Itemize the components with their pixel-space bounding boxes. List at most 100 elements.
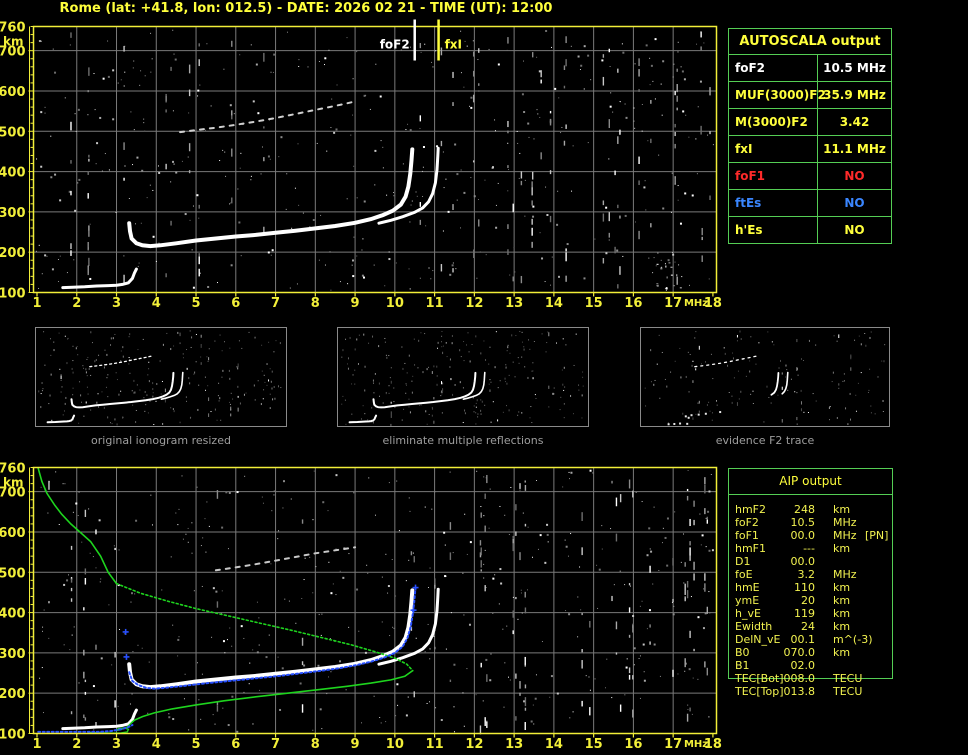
x-tick-label: 3 [112, 296, 121, 311]
x-axis-unit: MHz [684, 298, 708, 309]
thumb-traces [348, 371, 486, 424]
x-tick-label: 12 [465, 296, 483, 311]
autoscala-output-table: AUTOSCALA output foF2 10.5 MHz MUF(3000)F2… [728, 28, 892, 244]
y-tick-label: 200 [0, 687, 26, 702]
thumbnail-evidence-f2-image [640, 327, 890, 427]
aip-param-name: B0 [735, 646, 750, 659]
aip-param-extra: [PN] [865, 529, 889, 542]
autoscala-row-foF1: foF1 NO [729, 162, 891, 189]
aip-table-title: AIP output [729, 469, 892, 495]
aip-param-value: 10.5 [790, 516, 816, 529]
autoscala-row-MUF(3000)F2: MUF(3000)F2 35.9 MHz [729, 81, 891, 108]
series-E-trace [61, 267, 138, 290]
aip-param-unit: km [833, 646, 851, 659]
aip-row-foF2: foF2 10.5 MHz [729, 516, 899, 529]
aip-row-hmF1: hmF1 --- km [729, 542, 899, 555]
aip-param-name: foF1 [735, 529, 759, 542]
x-tick-label: 6 [231, 296, 240, 311]
thumbnail-original-ionogram: original ionogram resized [35, 327, 287, 447]
thumbnail-evidence-f2: evidence F2 trace [640, 327, 890, 447]
x-tick-label: 14 [545, 737, 563, 752]
ionogram-plot-top: 760700600500400300200100km1 2 3 4 5 6 7 8 9 10 11 1… [0, 19, 722, 312]
aip-param-unit: MHz [833, 529, 857, 542]
autoscala-param-label: foF2 [735, 61, 766, 75]
aip-param-value: 02.0 [790, 659, 816, 672]
aip-param-name: hmE [735, 581, 760, 594]
aip-row-B1: B1 02.0 [729, 659, 899, 672]
aip-param-name: foF2 [735, 516, 759, 529]
traces [61, 100, 440, 290]
aip-param-value: 24 [801, 620, 815, 633]
aip-param-unit: m^(-3) [833, 633, 873, 646]
autoscala-param-value: NO [817, 190, 891, 216]
x-tick-label: 14 [545, 296, 563, 311]
x-tick-label: 1 [32, 737, 41, 752]
aip-row-Ewidth: Ewidth 24 km [729, 620, 899, 633]
aip-row-h_vE: h_vE 119 km [729, 607, 899, 620]
plot-frame [28, 466, 718, 738]
y-tick-label: 760 [0, 462, 26, 477]
thumbnail-eliminate-reflections-image [337, 327, 589, 427]
aip-param-name: D1 [735, 555, 751, 568]
series-second-hop-trace [179, 100, 357, 134]
thumb-noise [341, 330, 584, 426]
y-tick-label: 600 [0, 85, 26, 100]
thumb-traces [46, 355, 184, 424]
axis-labels: 760700600500400300200100km1 2 3 4 5 6 7 8 9 10 11 1… [0, 21, 722, 312]
thumbnail-caption-eliminate: eliminate multiple reflections [382, 434, 544, 447]
y-tick-label: 300 [0, 206, 26, 221]
aip-param-name: foE [735, 568, 753, 581]
aip-param-value: 013.8 [783, 685, 816, 698]
autoscala-table-rows: foF2 10.5 MHz MUF(3000)F2 35.9 MHz M(3000)F2… [729, 54, 891, 243]
aip-row-foF1: foF1 00.0 MHz [PN] [729, 529, 899, 542]
autoscala-param-label: h'Es [735, 223, 763, 237]
x-tick-label: 17 [664, 296, 682, 311]
aip-param-name: ymE [735, 594, 760, 607]
aip-param-unit: km [833, 620, 851, 633]
aip-param-value: 119 [794, 607, 815, 620]
aip-output-table: AIP output hmF2 248 km foF2 10.5 MHz foF1 00.0 M… [728, 468, 893, 698]
axis-labels: 760700600500400300200100km1 2 3 4 5 6 7 8 9 10 11 1… [0, 462, 722, 753]
ionogram-plot-bottom: 760700600500400300200100km1 2 3 4 5 6 7 8 9 10 11 1… [0, 462, 722, 753]
x-tick-label: 5 [192, 737, 201, 752]
thumb-noise [38, 330, 282, 426]
autoscala-param-value: 10.5 MHz [817, 55, 891, 81]
x-tick-label: 6 [231, 737, 240, 752]
aip-row-DelN_vE: DelN_vE 00.1 m^(-3) [729, 633, 899, 646]
aip-param-name: h_vE [735, 607, 761, 620]
x-tick-label: 11 [426, 296, 444, 311]
aip-param-value: 00.0 [790, 555, 816, 568]
autoscala-param-label: MUF(3000)F2 [735, 88, 826, 102]
autoscala-row-fxI: fxI 11.1 MHz [729, 135, 891, 162]
aip-param-value: 3.2 [797, 568, 816, 581]
autoscala-param-value: 35.9 MHz [817, 82, 891, 108]
y-tick-label: 760 [0, 21, 26, 36]
x-tick-label: 2 [72, 296, 81, 311]
marker-label-fxI: fxI [445, 38, 462, 52]
aip-row-TEC[Bot]: TEC[Bot] 008.0 TECU [729, 672, 899, 685]
aip-param-unit: km [833, 594, 851, 607]
x-tick-label: 10 [386, 737, 404, 752]
series-profile-F-region-dotted [115, 582, 414, 672]
x-tick-label: 17 [664, 737, 682, 752]
x-tick-label: 10 [386, 296, 404, 311]
grid-lines [33, 26, 717, 293]
autoscala-table-title: AUTOSCALA output [739, 34, 881, 49]
y-tick-label: 100 [0, 286, 26, 301]
frequency-markers: foF2 fxI [380, 19, 462, 61]
aip-row-hmF2: hmF2 248 km [729, 503, 899, 516]
x-tick-label: 9 [351, 296, 360, 311]
x-tick-label: 11 [426, 737, 444, 752]
x-tick-label: 5 [192, 296, 201, 311]
y-axis-unit: km [3, 35, 23, 49]
autoscala-param-label: fxI [735, 142, 753, 156]
aip-param-value: 008.0 [783, 672, 816, 685]
series-F2-ordinary-trace [127, 147, 415, 249]
x-tick-label: 1 [32, 296, 41, 311]
x-tick-label: 16 [624, 296, 642, 311]
y-tick-label: 200 [0, 246, 26, 261]
y-tick-label: 500 [0, 566, 26, 581]
x-tick-label: 12 [465, 737, 483, 752]
autoscala-param-value: 11.1 MHz [817, 136, 891, 162]
grid-lines [33, 467, 717, 734]
